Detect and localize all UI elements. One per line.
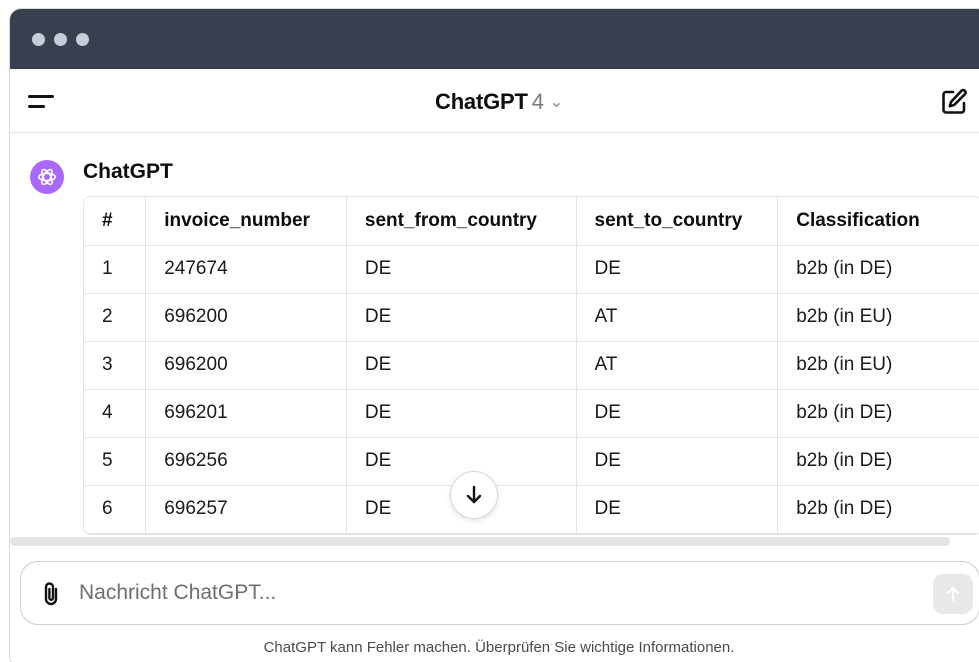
- horizontal-scrollbar[interactable]: [10, 537, 950, 546]
- model-name: ChatGPT: [435, 89, 528, 114]
- table-cell: b2b (in DE): [777, 437, 979, 486]
- table-cell: DE: [576, 245, 779, 294]
- table-cell: b2b (in DE): [777, 245, 979, 294]
- table-cell: 696201: [145, 389, 347, 438]
- table-cell: DE: [346, 341, 577, 390]
- table-row: 5 696256 DE DE b2b (in DE): [84, 437, 979, 486]
- result-table: # invoice_number sent_from_country sent_…: [83, 196, 979, 535]
- table-cell: 1: [84, 245, 147, 294]
- assistant-avatar: [30, 160, 64, 194]
- arrow-down-icon: [466, 485, 482, 504]
- table-cell: b2b (in EU): [777, 293, 979, 342]
- table-cell: b2b (in DE): [777, 389, 979, 438]
- chat-header: ChatGPT 4 ⌄: [10, 69, 979, 133]
- window-zoom-button[interactable]: [76, 33, 89, 46]
- table-row: 3 696200 DE AT b2b (in EU): [84, 341, 979, 390]
- table-cell: 3: [84, 341, 147, 390]
- table-cell: b2b (in DE): [777, 485, 979, 534]
- column-header: #: [84, 197, 147, 246]
- table-cell: 696200: [145, 341, 347, 390]
- column-header: sent_to_country: [576, 197, 779, 246]
- table-cell: 696256: [145, 437, 347, 486]
- table-cell: DE: [346, 293, 577, 342]
- table-cell: 4: [84, 389, 147, 438]
- table-cell: 696257: [145, 485, 347, 534]
- scroll-to-bottom-button[interactable]: [450, 471, 498, 519]
- model-version: 4: [531, 89, 544, 114]
- table-cell: DE: [346, 245, 577, 294]
- send-button[interactable]: [933, 574, 973, 614]
- arrow-up-icon: [946, 586, 960, 602]
- table-cell: AT: [576, 293, 779, 342]
- window-minimize-button[interactable]: [54, 33, 67, 46]
- table-cell: AT: [576, 341, 779, 390]
- sender-name: ChatGPT: [83, 160, 173, 183]
- window-close-button[interactable]: [32, 33, 45, 46]
- title-bar: [10, 9, 979, 69]
- table-cell: 2: [84, 293, 147, 342]
- column-header: invoice_number: [145, 197, 347, 246]
- table-cell: 696200: [145, 293, 347, 342]
- table-cell: 6: [84, 485, 147, 534]
- column-header: Classification: [777, 197, 979, 246]
- table-cell: 247674: [145, 245, 347, 294]
- app-window: ChatGPT 4 ⌄ ChatGPT # invoice_number sen…: [9, 8, 979, 662]
- table-row: 4 696201 DE DE b2b (in DE): [84, 389, 979, 438]
- table-cell: DE: [576, 437, 779, 486]
- table-header-row: # invoice_number sent_from_country sent_…: [84, 197, 979, 246]
- new-chat-icon[interactable]: [939, 87, 969, 117]
- conversation-area: ChatGPT # invoice_number sent_from_count…: [10, 134, 979, 544]
- column-header: sent_from_country: [346, 197, 577, 246]
- table-row: 1 247674 DE DE b2b (in DE): [84, 245, 979, 294]
- table-cell: b2b (in EU): [777, 341, 979, 390]
- table-cell: DE: [346, 389, 577, 438]
- openai-logo-icon: [37, 168, 57, 186]
- table-cell: DE: [576, 389, 779, 438]
- paperclip-icon[interactable]: [39, 580, 65, 608]
- message-input[interactable]: [79, 570, 899, 616]
- disclaimer-text: ChatGPT kann Fehler machen. Überprüfen S…: [263, 639, 735, 656]
- message-composer: [20, 561, 979, 625]
- table-row: 6 696257 DE DE b2b (in DE): [84, 485, 979, 534]
- table-cell: DE: [576, 485, 779, 534]
- model-selector[interactable]: ChatGPT 4 ⌄: [10, 89, 979, 115]
- chevron-down-icon: ⌄: [549, 94, 563, 111]
- table-cell: 5: [84, 437, 147, 486]
- table-row: 2 696200 DE AT b2b (in EU): [84, 293, 979, 342]
